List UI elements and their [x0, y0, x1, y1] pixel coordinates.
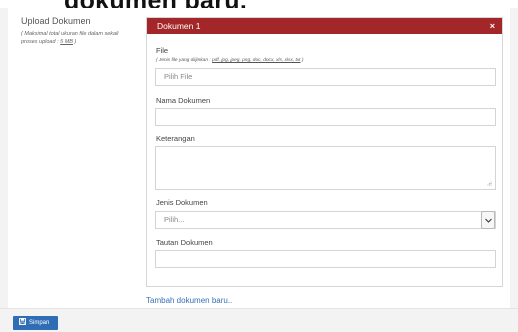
upload-note-suffix: ) — [72, 39, 77, 45]
upload-note-size: 5 MB — [60, 39, 73, 45]
file-label: File — [156, 46, 169, 55]
jenis-dokumen-select[interactable]: Pilih... — [155, 211, 496, 229]
file-type-hint: ( Jenis file yang diijinkan : pdf, jpg, … — [156, 58, 303, 63]
document-card: Dokumen 1 × File ( Jenis file yang diiji… — [146, 17, 503, 287]
keterangan-textarea[interactable] — [155, 146, 496, 190]
upload-dokumen-label: Upload Dokumen — [21, 16, 91, 26]
file-hint-suffix: ) — [300, 58, 304, 63]
card-title: Dokumen 1 — [157, 21, 201, 31]
nama-dokumen-label: Nama Dokumen — [156, 96, 211, 105]
nama-dokumen-input[interactable] — [155, 108, 496, 126]
select-toggle-button[interactable] — [481, 211, 495, 229]
save-icon — [19, 318, 26, 325]
jenis-dokumen-label: Jenis Dokumen — [156, 198, 208, 207]
tautan-dokumen-label: Tautan Dokumen — [156, 238, 213, 247]
footer-bar — [0, 308, 518, 332]
keterangan-label: Keterangan — [156, 134, 195, 143]
save-button-label: Simpan — [29, 320, 50, 326]
file-picker-input[interactable]: Pilih File — [155, 68, 496, 86]
tautan-dokumen-input[interactable] — [155, 250, 496, 268]
jenis-dokumen-selected: Pilih... — [164, 215, 185, 224]
card-header: Dokumen 1 × — [147, 18, 502, 34]
resize-grip-icon[interactable] — [487, 181, 492, 186]
save-button[interactable]: Simpan — [13, 316, 58, 330]
file-hint-extensions: pdf, jpg, jpeg, png, doc, docx, xls, xls… — [212, 58, 301, 63]
add-document-link[interactable]: Tambah dokumen baru.. — [146, 296, 232, 305]
close-icon[interactable]: × — [490, 18, 495, 34]
chevron-down-icon — [485, 218, 492, 223]
upload-size-note: ( Maksimal total ukuran file dalam sekal… — [21, 30, 133, 46]
file-hint-prefix: ( Jenis file yang diijinkan : — [156, 58, 212, 63]
